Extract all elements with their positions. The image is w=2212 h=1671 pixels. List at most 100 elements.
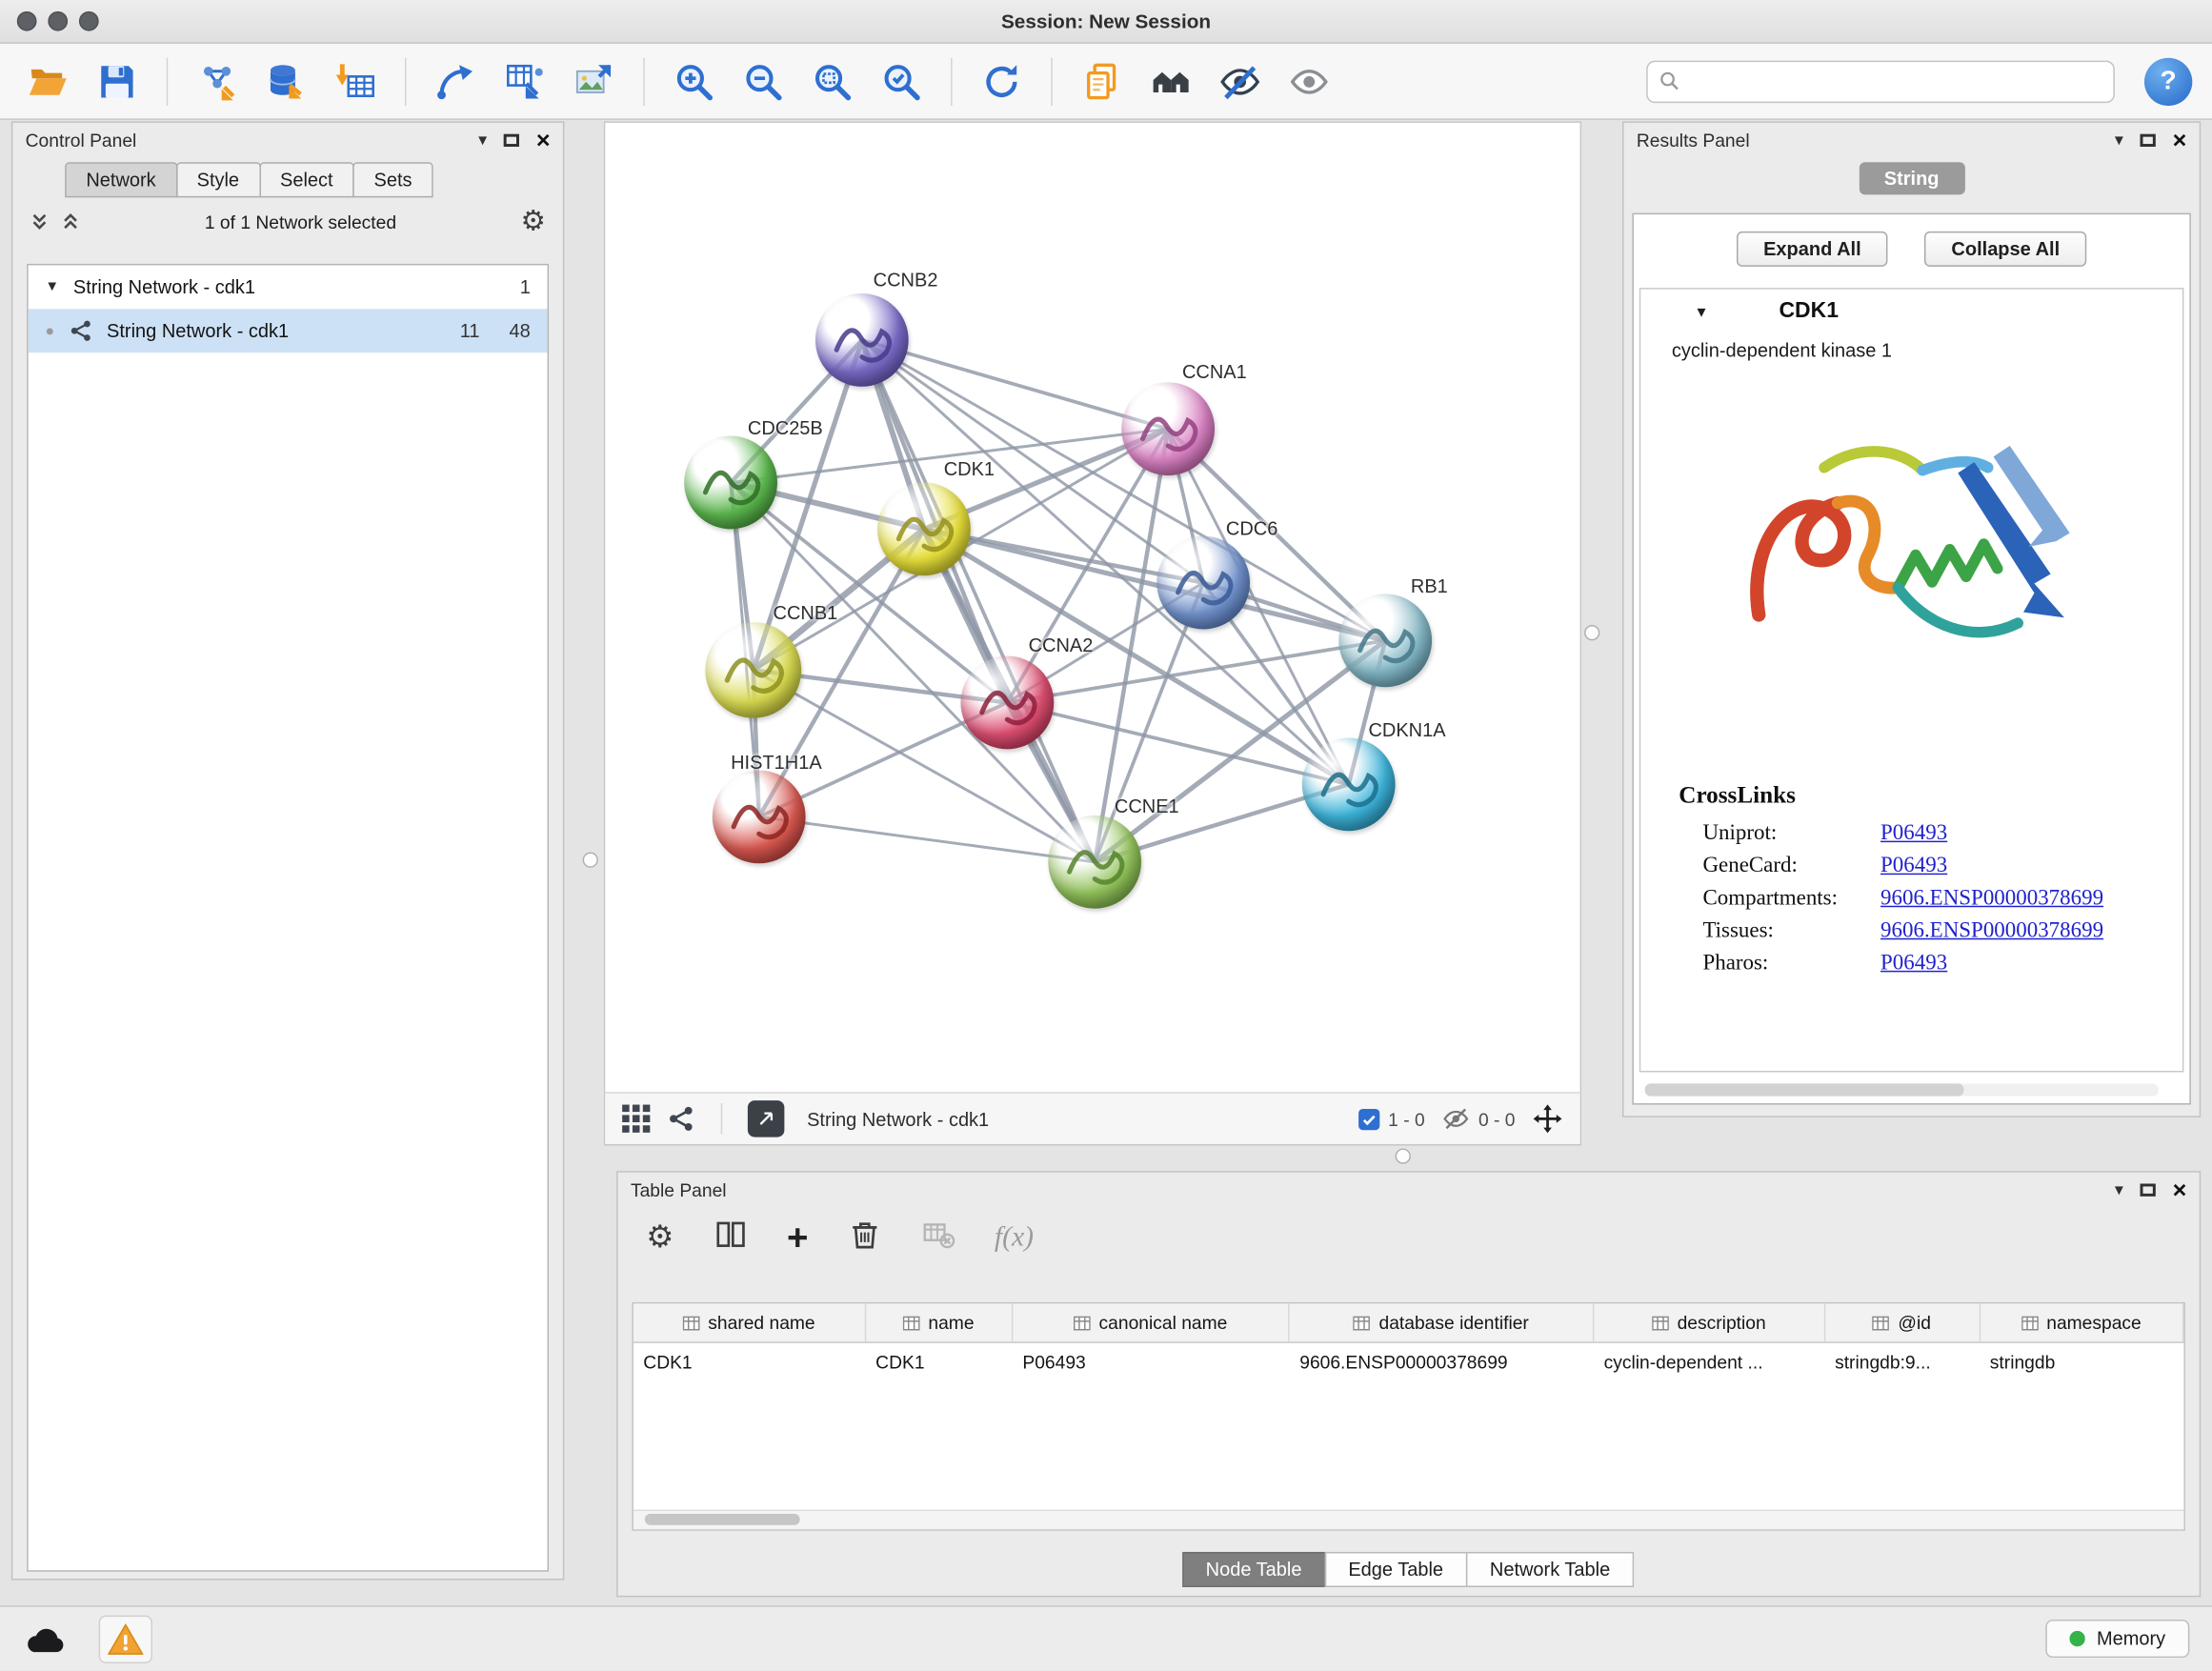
add-column-button[interactable]: +: [787, 1218, 808, 1256]
open-session-button[interactable]: [20, 53, 76, 110]
expand-all-chevron-icon[interactable]: [61, 211, 81, 232]
minimize-window-button[interactable]: [48, 11, 68, 31]
network-node-cdc6[interactable]: [1156, 536, 1250, 630]
collapse-all-button[interactable]: Collapse All: [1924, 231, 2086, 266]
close-panel-icon[interactable]: ×: [2173, 1178, 2187, 1201]
column-header[interactable]: canonical name: [1013, 1303, 1290, 1341]
crosslink-uniprot-link[interactable]: P06493: [1880, 821, 1947, 847]
scrollbar-thumb[interactable]: [1645, 1083, 1963, 1096]
network-node-ccnb1[interactable]: [705, 622, 801, 718]
cell-canonical-name[interactable]: P06493: [1013, 1343, 1290, 1381]
network-node-ccne1[interactable]: [1048, 815, 1141, 909]
import-network-file-button[interactable]: [189, 53, 245, 110]
splitter-handle[interactable]: [583, 852, 598, 867]
import-table-button[interactable]: [328, 53, 384, 110]
cell-shared-name[interactable]: CDK1: [633, 1343, 866, 1381]
maximize-panel-icon[interactable]: [2141, 1183, 2156, 1196]
tree-caret-icon[interactable]: ▼: [45, 279, 59, 294]
column-header[interactable]: database identifier: [1290, 1303, 1594, 1341]
cell-namespace[interactable]: stringdb: [1980, 1343, 2183, 1381]
selected-checkbox-icon[interactable]: [1358, 1108, 1379, 1129]
tab-select[interactable]: Select: [259, 162, 354, 197]
network-node-ccna1[interactable]: [1121, 382, 1215, 475]
collapse-all-chevron-icon[interactable]: [30, 211, 50, 232]
column-header[interactable]: shared name: [633, 1303, 866, 1341]
network-node-hist1h1a[interactable]: [713, 771, 806, 864]
warnings-button[interactable]: [99, 1615, 152, 1662]
hidden-eye-slash-icon[interactable]: [1441, 1105, 1470, 1134]
network-node-ccnb2[interactable]: [815, 293, 909, 387]
close-panel-icon[interactable]: ×: [2173, 128, 2187, 151]
show-columns-button[interactable]: [714, 1217, 748, 1258]
cell-database-identifier[interactable]: 9606.ENSP00000378699: [1290, 1343, 1594, 1381]
cloud-icon[interactable]: [23, 1623, 68, 1655]
gene-section-header[interactable]: ▾ CDK1: [1640, 290, 2182, 334]
cell-description[interactable]: cyclin-dependent ...: [1594, 1343, 1824, 1381]
tab-node-table[interactable]: Node Table: [1181, 1552, 1325, 1587]
memory-button[interactable]: Memory: [2046, 1620, 2190, 1658]
maximize-panel-icon[interactable]: [504, 133, 519, 146]
column-header[interactable]: description: [1594, 1303, 1824, 1341]
crosslink-tissues-link[interactable]: 9606.ENSP00000378699: [1880, 918, 2103, 944]
tab-network-table[interactable]: Network Table: [1466, 1552, 1635, 1587]
network-node-cdk1[interactable]: [877, 482, 971, 575]
maximize-panel-icon[interactable]: [2141, 133, 2156, 146]
expand-all-button[interactable]: Expand All: [1737, 231, 1888, 266]
zoom-window-button[interactable]: [79, 11, 99, 31]
string-home-button[interactable]: [1143, 53, 1199, 110]
results-tab-string[interactable]: String: [1859, 162, 1964, 194]
network-node-ccna2[interactable]: [960, 656, 1054, 750]
network-node-rb1[interactable]: [1338, 594, 1432, 687]
scrollbar-thumb[interactable]: [645, 1514, 800, 1525]
network-canvas[interactable]: CCNB2CCNA1CDC25BCDK1CDC6RB1CCNB1CCNA2CDK…: [605, 123, 1579, 1092]
tab-network[interactable]: Network: [65, 162, 177, 197]
crosslink-genecard-link[interactable]: P06493: [1880, 854, 1947, 879]
grid-view-icon[interactable]: [622, 1105, 651, 1134]
float-panel-icon[interactable]: ▾: [478, 131, 487, 149]
save-session-button[interactable]: [89, 53, 145, 110]
tab-style[interactable]: Style: [175, 162, 260, 197]
first-neighbors-button[interactable]: [428, 53, 484, 110]
cell-id[interactable]: stringdb:9...: [1825, 1343, 1981, 1381]
float-panel-icon[interactable]: ▾: [2115, 131, 2123, 149]
help-button[interactable]: ?: [2144, 57, 2192, 105]
refresh-view-button[interactable]: [974, 53, 1030, 110]
table-settings-gear-icon[interactable]: ⚙: [646, 1221, 674, 1253]
zoom-selected-button[interactable]: [874, 53, 930, 110]
export-image-button[interactable]: [566, 53, 622, 110]
tab-sets[interactable]: Sets: [352, 162, 432, 197]
zoom-out-button[interactable]: [735, 53, 792, 110]
import-network-database-button[interactable]: [258, 53, 314, 110]
network-collection-row[interactable]: ▼ String Network - cdk1 1: [29, 265, 548, 309]
goto-network-button[interactable]: [748, 1100, 785, 1137]
new-network-from-table-button[interactable]: [496, 53, 553, 110]
crosslink-pharos-link[interactable]: P06493: [1880, 951, 1947, 976]
section-caret-icon[interactable]: ▾: [1698, 302, 1706, 322]
crosslink-compartments-link[interactable]: 9606.ENSP00000378699: [1880, 886, 2103, 912]
column-header[interactable]: name: [866, 1303, 1013, 1341]
network-row[interactable]: ● String Network - cdk1 11 48: [29, 309, 548, 352]
toggle-enhanced-labels-button[interactable]: [1212, 53, 1268, 110]
network-node-cdkn1a[interactable]: [1302, 738, 1396, 832]
cell-name[interactable]: CDK1: [866, 1343, 1013, 1381]
splitter-handle[interactable]: [1396, 1148, 1411, 1163]
table-horizontal-scrollbar[interactable]: [633, 1510, 2184, 1530]
splitter-handle[interactable]: [1584, 625, 1599, 640]
network-node-cdc25b[interactable]: [684, 436, 777, 530]
tab-edge-table[interactable]: Edge Table: [1324, 1552, 1467, 1587]
column-header[interactable]: @id: [1825, 1303, 1981, 1341]
duplicate-network-button[interactable]: [1074, 53, 1130, 110]
search-input[interactable]: [1689, 70, 2102, 93]
network-options-gear-icon[interactable]: ⚙: [521, 208, 547, 236]
pan-move-icon[interactable]: [1532, 1103, 1563, 1135]
results-horizontal-scrollbar[interactable]: [1645, 1083, 2159, 1096]
close-window-button[interactable]: [17, 11, 37, 31]
float-panel-icon[interactable]: ▾: [2115, 1181, 2123, 1198]
column-header[interactable]: namespace: [1980, 1303, 2183, 1341]
delete-column-button[interactable]: [848, 1217, 882, 1258]
zoom-in-button[interactable]: [666, 53, 722, 110]
close-panel-icon[interactable]: ×: [536, 128, 551, 151]
table-row[interactable]: CDK1 CDK1 P06493 9606.ENSP00000378699 cy…: [633, 1343, 2184, 1381]
zoom-fit-button[interactable]: [804, 53, 860, 110]
share-network-icon[interactable]: [667, 1105, 695, 1134]
